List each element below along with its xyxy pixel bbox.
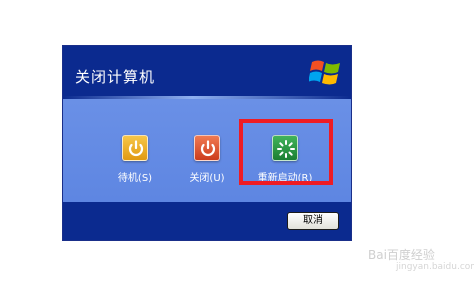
shutdown-button[interactable]	[194, 135, 220, 161]
standby-label: 待机(S)	[117, 173, 153, 184]
power-icon	[128, 140, 144, 157]
watermark-logo: Bai百度经验	[368, 248, 435, 262]
cancel-button[interactable]: 取消	[287, 212, 339, 230]
restart-highlight-box	[239, 119, 333, 185]
standby-button[interactable]	[122, 135, 148, 161]
shutdown-label: 关闭(U)	[189, 173, 225, 184]
watermark-url: jingyan.baidu.com	[396, 262, 474, 272]
dialog-footer: 取消	[63, 202, 351, 240]
power-icon	[200, 140, 216, 157]
standby-option[interactable]: 待机(S)	[105, 135, 165, 195]
dialog-title: 关闭计算机	[75, 68, 156, 86]
windows-logo-icon	[309, 60, 340, 85]
dialog-title-bar: 关闭计算机	[63, 46, 351, 96]
shutdown-option[interactable]: 关闭(U)	[177, 135, 237, 195]
screenshot-canvas: 关闭计算机 待机(S) 关闭(U) 重新启动(R) 取消 Bai百度经验 jin…	[0, 0, 474, 289]
